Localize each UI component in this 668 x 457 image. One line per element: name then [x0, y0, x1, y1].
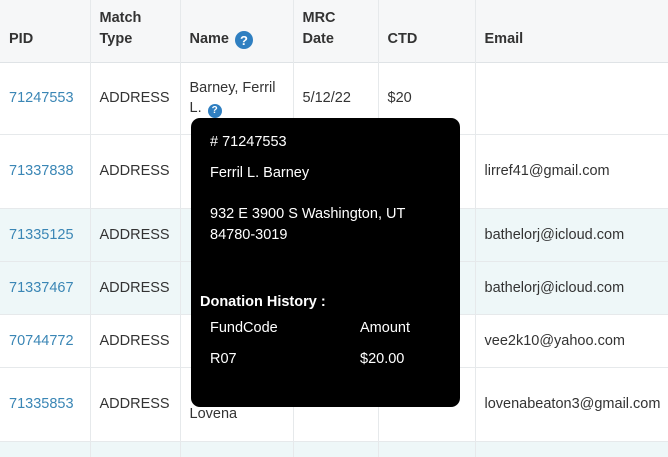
- tooltip-full-name: Ferril L. Barney: [210, 165, 310, 181]
- match-type-cell: ADDRESS: [90, 261, 181, 315]
- table-header-row: PID Match Type Name ? MRC Date CTD Email: [0, 0, 668, 62]
- header-email[interactable]: Email: [475, 0, 668, 62]
- email-cell: lirref41@gmail.com: [475, 134, 668, 209]
- pid-link[interactable]: 71335125: [9, 227, 74, 243]
- question-circle-icon[interactable]: ?: [207, 104, 222, 118]
- header-match-type[interactable]: Match Type: [90, 0, 181, 62]
- match-type-cell: ADDRESS: [90, 208, 181, 262]
- pid-link[interactable]: 70744772: [9, 333, 74, 349]
- header-ctd[interactable]: CTD: [378, 0, 476, 62]
- email-cell: lovenabeaton3@gmail.com: [475, 367, 668, 442]
- pid-link[interactable]: 71247553: [9, 90, 74, 106]
- tooltip-amount-value: $20.00: [360, 351, 405, 367]
- email-cell: bathelorj@icloud.com: [475, 261, 668, 315]
- tooltip-pid: # 71247553: [210, 134, 287, 150]
- match-type-cell: ADDRESS: [90, 62, 181, 135]
- email-cell: bathelorj@icloud.com: [475, 208, 668, 262]
- tooltip-address-line2: 84780-3019: [210, 227, 288, 243]
- email-cell: vee2k10@yahoo.com: [475, 314, 668, 368]
- match-type-cell: ADDRESS: [90, 314, 181, 368]
- pid-link[interactable]: 71335853: [9, 396, 74, 412]
- header-name[interactable]: Name ?: [180, 0, 294, 62]
- email-cell: [475, 62, 668, 135]
- pid-link[interactable]: 71337467: [9, 280, 74, 296]
- pid-link[interactable]: 71337838: [9, 163, 74, 179]
- tooltip-col-amount: Amount: [360, 320, 410, 336]
- tooltip-address-line1: 932 E 3900 S Washington, UT: [210, 206, 406, 222]
- header-mrc-date[interactable]: MRC Date: [293, 0, 379, 62]
- tooltip-fundcode-value: R07: [210, 351, 237, 367]
- header-pid[interactable]: PID: [0, 0, 91, 62]
- question-circle-icon[interactable]: ?: [235, 31, 254, 49]
- match-type-cell: ADDRESS: [90, 134, 181, 209]
- tooltip-donation-heading: Donation History :: [200, 294, 326, 310]
- table-row: [0, 441, 668, 457]
- match-type-cell: ADDRESS: [90, 367, 181, 442]
- tooltip-col-fundcode: FundCode: [210, 320, 278, 336]
- donor-details-tooltip: # 71247553 Ferril L. Barney 932 E 3900 S…: [191, 118, 460, 407]
